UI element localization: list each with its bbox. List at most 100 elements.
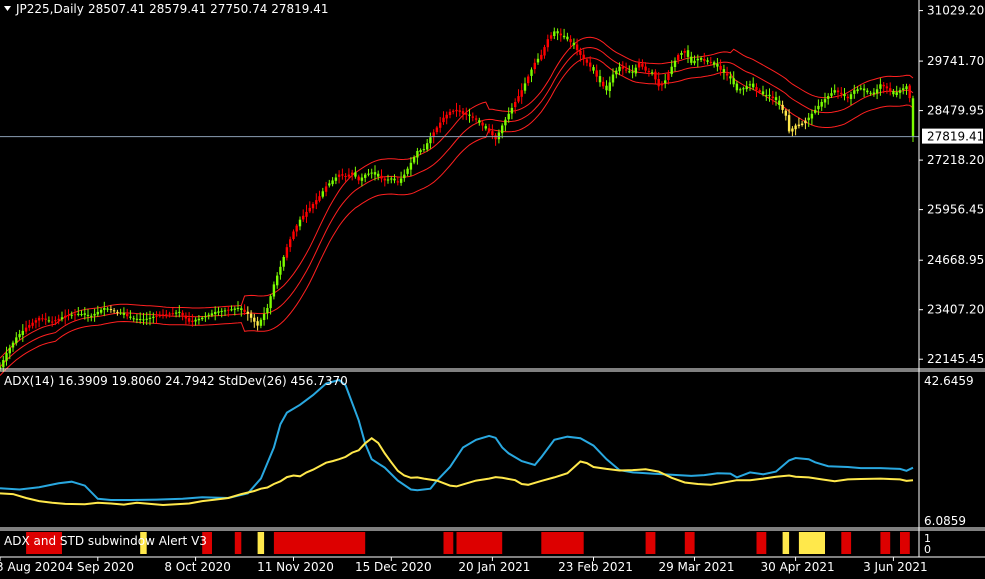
chart-terminal[interactable]: JP225,Daily 28507.41 28579.41 27750.74 2…: [0, 0, 985, 579]
candle-body: [396, 181, 399, 183]
candle-body: [902, 88, 905, 90]
candle-body: [471, 116, 474, 118]
price-tick-label: 28479.95: [927, 104, 984, 118]
alert-zero-label: 0: [924, 543, 931, 556]
candle-body: [393, 178, 396, 181]
candle-body: [504, 119, 507, 126]
candle-body: [862, 88, 866, 91]
candle-body: [458, 110, 461, 112]
candle-body: [155, 315, 158, 317]
candle-body: [57, 318, 60, 321]
candle-body: [549, 35, 553, 39]
candle-body: [315, 200, 318, 205]
candle-body: [892, 91, 895, 95]
candle-body: [112, 310, 116, 312]
candle-body: [474, 118, 478, 120]
candle-body: [448, 111, 452, 115]
candle-body: [875, 89, 879, 94]
candle-body: [853, 90, 856, 94]
candle-body: [540, 54, 543, 60]
candle-body: [650, 72, 654, 74]
alert-bar-red: [756, 532, 767, 554]
alert-bar-red: [841, 532, 852, 554]
candle-body: [83, 313, 86, 315]
candle-body: [106, 308, 109, 310]
candle-body: [77, 313, 80, 315]
candle-body: [520, 90, 523, 97]
candle-body: [194, 319, 197, 322]
candle-body: [810, 113, 814, 119]
indicator-label: ADX(14) 16.3909 19.8060 24.7942 StdDev(2…: [4, 374, 348, 388]
candle-body: [670, 66, 673, 75]
candle-body: [628, 71, 631, 73]
candle-body: [344, 176, 347, 177]
candle-body: [347, 174, 351, 177]
candle-body: [220, 310, 223, 312]
candle-body: [523, 83, 527, 91]
candle-body: [820, 102, 823, 107]
ohlc-values: 28507.41 28579.41 27750.74 27819.41: [88, 2, 328, 16]
candle-body: [579, 50, 582, 55]
candle-body: [445, 114, 448, 119]
candle-body: [64, 315, 67, 318]
candle-body: [566, 36, 569, 40]
candle-body: [230, 309, 233, 311]
symbol-label: JP225,Daily: [15, 2, 84, 16]
alert-label: ADX and STD subwindow Alert V3: [4, 534, 207, 548]
candle-body: [217, 311, 220, 313]
candle-body: [745, 86, 748, 90]
candle-body: [559, 33, 562, 36]
candle-body: [210, 313, 214, 316]
candle-body: [44, 318, 47, 320]
candle-body: [602, 81, 605, 87]
candle-body: [494, 135, 497, 140]
candle-body: [262, 313, 266, 320]
candle-body: [575, 44, 579, 50]
candle-body: [742, 88, 745, 90]
candle-body: [556, 31, 559, 34]
candle-body: [370, 172, 373, 174]
candle-body: [399, 178, 403, 183]
candle-body: [24, 327, 28, 332]
candle-body: [0, 366, 2, 369]
candle-body: [47, 320, 51, 322]
candle-body: [889, 88, 892, 92]
candle-body: [631, 71, 634, 73]
candle-body: [514, 102, 517, 108]
candle-body: [794, 125, 797, 130]
candle-body: [536, 58, 540, 63]
candle-body: [276, 275, 279, 286]
candle-body: [465, 113, 468, 115]
candle-body: [174, 312, 178, 314]
time-tick-label: 23 Feb 2021: [558, 560, 633, 574]
candle-body: [680, 53, 683, 55]
candle-body: [546, 39, 549, 48]
candle-body: [435, 127, 439, 133]
candle-body: [207, 314, 210, 316]
candle-body: [478, 120, 481, 123]
candle-body: [246, 311, 249, 314]
candle-body: [898, 90, 902, 93]
candle-body: [181, 312, 184, 316]
candle-body: [660, 83, 664, 86]
candle-body: [817, 105, 820, 110]
candle-body: [11, 342, 15, 348]
candle-body: [608, 82, 611, 91]
candle-body: [911, 98, 915, 137]
indicator-min-label: 6.0859: [924, 514, 966, 528]
candle-body: [716, 64, 719, 67]
candle-body: [298, 219, 302, 227]
candle-body: [354, 172, 357, 177]
candle-body: [236, 308, 240, 309]
candle-body: [497, 132, 501, 140]
candle-body: [152, 316, 155, 318]
candle-body: [139, 319, 142, 320]
candle-body: [595, 70, 598, 77]
candle-body: [178, 311, 181, 313]
candle-body: [109, 309, 113, 310]
candle-body: [54, 320, 57, 322]
candle-body: [93, 313, 96, 316]
candle-body: [86, 314, 90, 316]
candle-body: [37, 317, 41, 321]
candle-body: [624, 69, 628, 71]
